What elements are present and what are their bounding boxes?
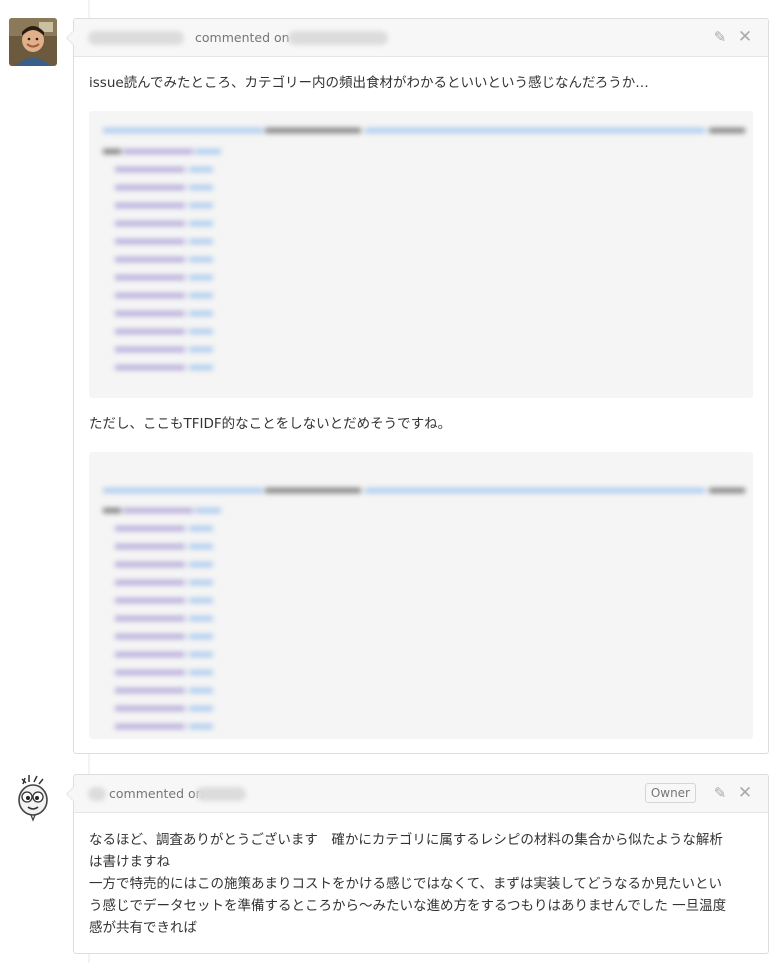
pencil-icon[interactable]: ✎ <box>712 29 728 45</box>
comment-text-line: う感じでデータセットを準備するところから〜みたいな進め方をするつもりはありません… <box>89 898 727 914</box>
commit-link[interactable] <box>288 31 388 45</box>
comment-body: issue読んでみたところ、カテゴリー内の頻出食材がわかるといいという感じなんだ… <box>74 57 768 739</box>
commented-on-label: commented on <box>195 30 290 45</box>
comment-header: commented on Owner ✎ ✕ <box>74 775 768 813</box>
comment-header: commented on ✎ ✕ <box>74 19 768 57</box>
comment-text-line: 一方で特売的にはこの施策あまりコストをかける感じではなくて、まずは実装してどうな… <box>89 876 723 892</box>
pencil-icon[interactable]: ✎ <box>712 785 728 801</box>
close-icon[interactable]: ✕ <box>737 785 753 802</box>
author-name[interactable] <box>88 31 184 45</box>
comment-text-line: 感が共有できれば <box>89 920 197 936</box>
comment-body: なるほど、調査ありがとうございます 確かにカテゴリに属するレシピの材料の集合から… <box>74 813 768 939</box>
owner-badge: Owner <box>644 783 696 803</box>
close-icon[interactable]: ✕ <box>737 29 753 46</box>
comment-card: commented on Owner ✎ ✕ なるほど、調査ありがとうございます… <box>66 774 769 954</box>
comment-card: commented on ✎ ✕ issue読んでみたところ、カテゴリー内の頻出… <box>66 18 769 754</box>
code-block-1 <box>89 111 753 398</box>
avatar[interactable] <box>9 774 57 822</box>
comment-text: ただし、ここもTFIDF的なことをしないとだめそうですね。 <box>89 416 452 432</box>
comment-text-line: は書けますね <box>89 854 170 870</box>
avatar[interactable] <box>9 18 57 66</box>
commit-link[interactable] <box>196 787 246 801</box>
code-block-2 <box>89 452 753 739</box>
comment-text-line: なるほど、調査ありがとうございます 確かにカテゴリに属するレシピの材料の集合から… <box>89 832 723 848</box>
comment-text: issue読んでみたところ、カテゴリー内の頻出食材がわかるといいという感じなんだ… <box>89 75 649 91</box>
author-name[interactable] <box>88 787 106 801</box>
commented-on-label: commented on <box>109 786 204 801</box>
